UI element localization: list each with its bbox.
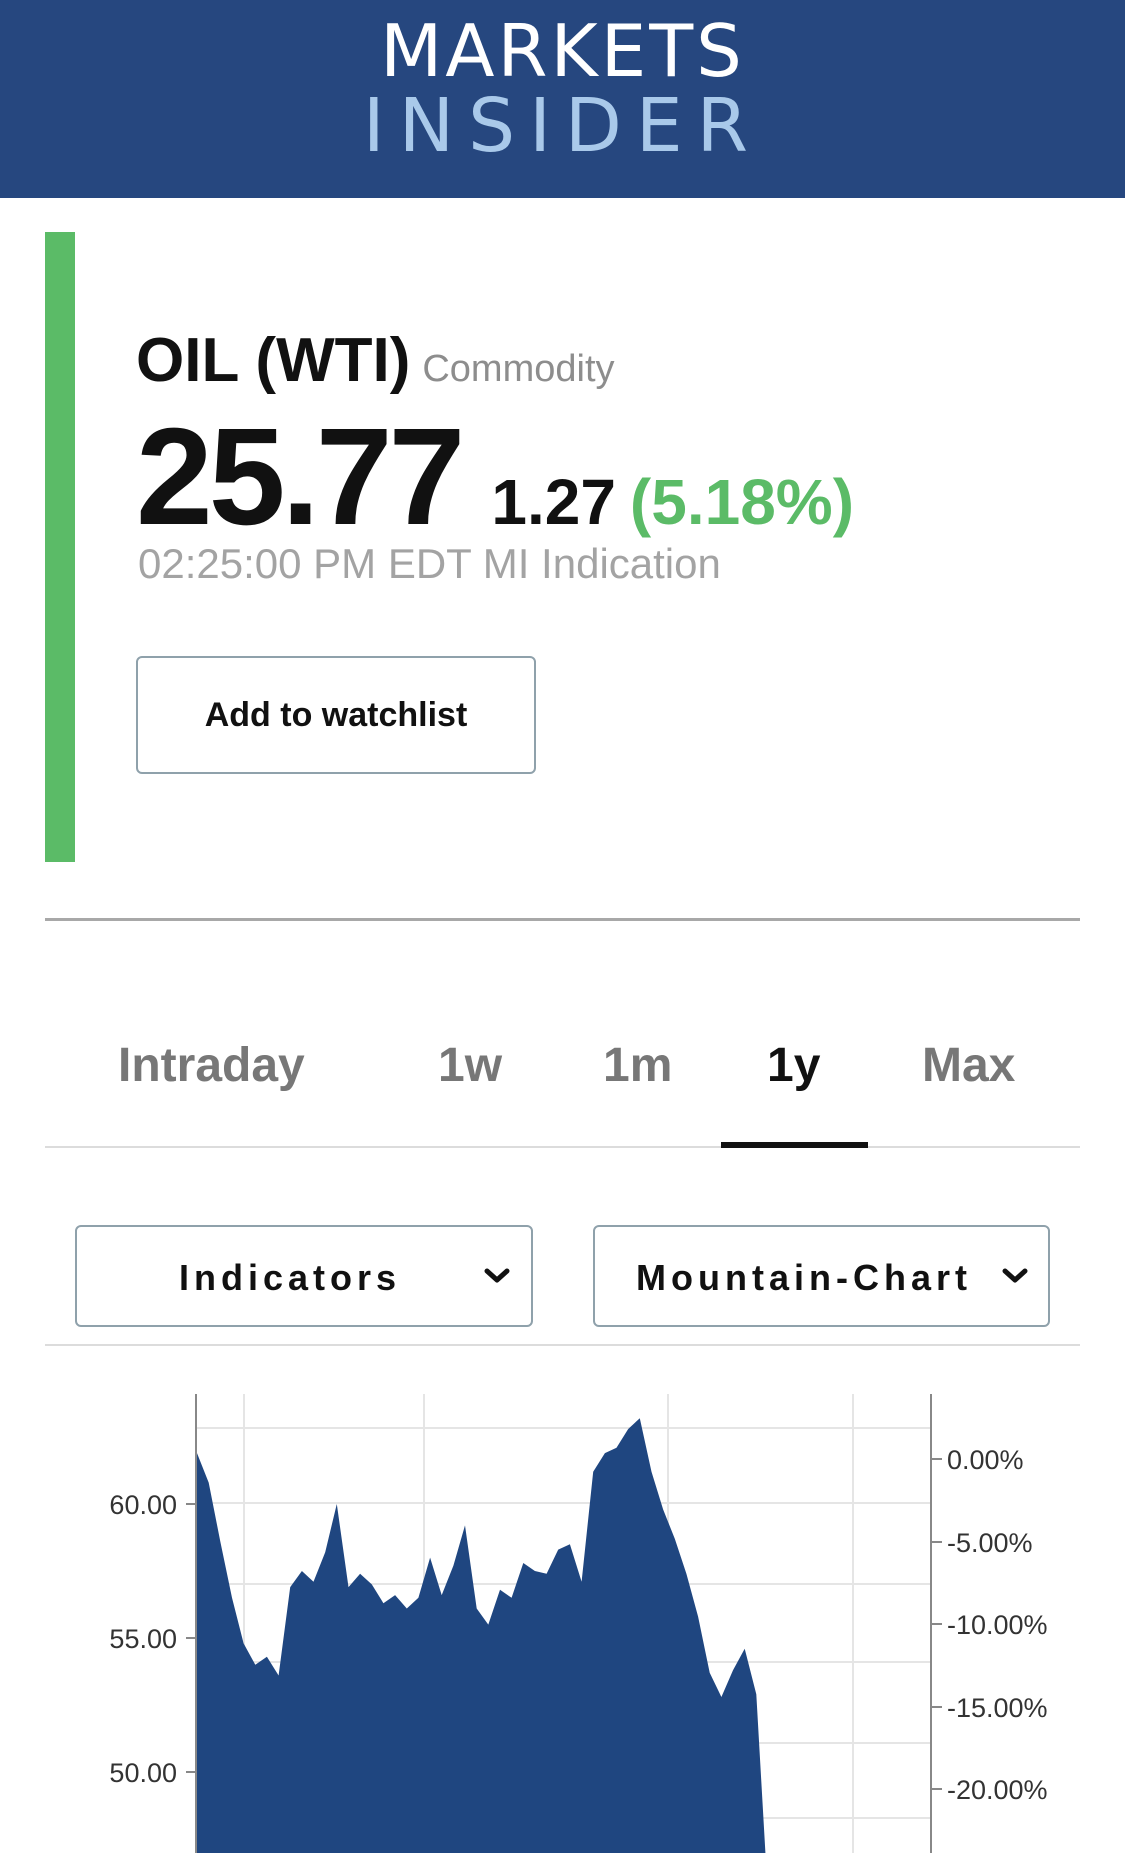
price-change: 1.27 <box>491 466 616 538</box>
header-bar: MARKETS INSIDER <box>0 0 1125 198</box>
indicators-dropdown[interactable]: Indicators <box>75 1225 533 1327</box>
chart-type-dropdown[interactable]: Mountain-Chart <box>593 1225 1050 1327</box>
active-tab-indicator <box>721 1142 868 1148</box>
price-change-percent: (5.18%) <box>629 466 854 538</box>
tab-1y[interactable]: 1y <box>767 1038 820 1093</box>
price-status-bar <box>45 232 75 862</box>
tabs-divider <box>45 1146 1080 1148</box>
price-row: 25.77 1.27 (5.18%) <box>136 398 854 557</box>
logo-line-1: MARKETS <box>380 9 745 93</box>
current-price: 25.77 <box>136 400 465 554</box>
instrument-title: OIL (WTI) Commodity <box>136 325 615 396</box>
markets-insider-logo[interactable]: MARKETS INSIDER <box>0 14 1125 164</box>
chevron-down-icon <box>484 1268 510 1283</box>
right-axis-tick-label: -5.00% <box>947 1528 1033 1558</box>
chevron-down-icon <box>1002 1268 1028 1283</box>
quote-timestamp: 02:25:00 PM EDT MI Indication <box>138 540 721 587</box>
right-axis-tick-label: -20.00% <box>947 1775 1048 1805</box>
right-axis-tick-label: -10.00% <box>947 1610 1048 1640</box>
add-to-watchlist-button[interactable]: Add to watchlist <box>136 656 536 774</box>
chart-type-label: Mountain-Chart <box>636 1257 972 1298</box>
left-axis-tick-label: 60.00 <box>109 1490 177 1520</box>
section-divider <box>45 918 1080 921</box>
right-axis-tick-label: 0.00% <box>947 1445 1024 1475</box>
tab-max[interactable]: Max <box>922 1038 1015 1093</box>
left-axis-tick-label: 55.00 <box>109 1624 177 1654</box>
tab-1w[interactable]: 1w <box>438 1038 502 1093</box>
price-area-series <box>197 1418 768 1853</box>
indicators-label: Indicators <box>179 1257 402 1298</box>
instrument-name: OIL (WTI) <box>136 326 411 395</box>
left-axis-tick-label: 50.00 <box>109 1758 177 1788</box>
price-area-chart[interactable]: 60.00 55.00 50.00 0.00% -5.00% -10.00% -15.00%… <box>0 1346 1125 1853</box>
logo-line-2: INSIDER <box>362 83 763 169</box>
tab-1m[interactable]: 1m <box>603 1038 672 1093</box>
right-axis-tick-label: -15.00% <box>947 1693 1048 1723</box>
tab-intraday[interactable]: Intraday <box>118 1038 305 1093</box>
instrument-type: Commodity <box>422 348 615 390</box>
